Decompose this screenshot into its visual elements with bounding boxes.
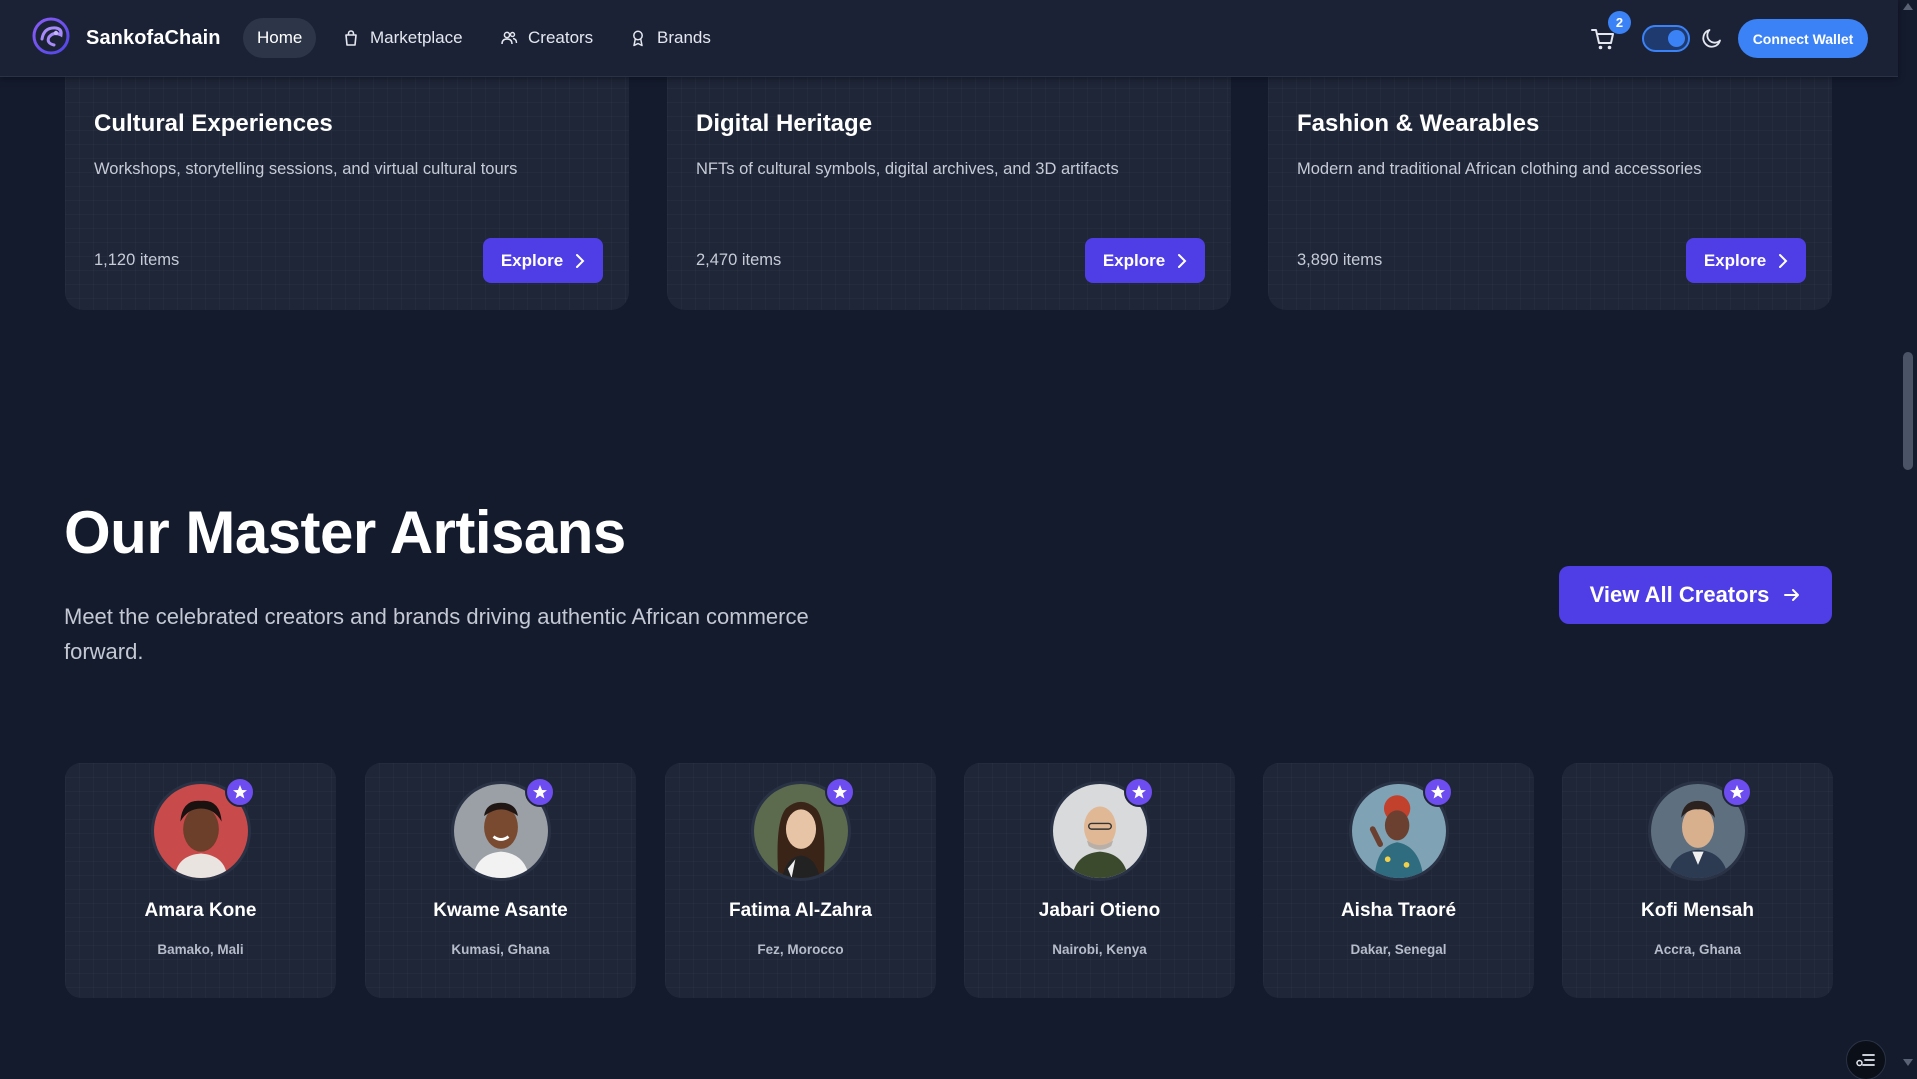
explore-button[interactable]: Explore xyxy=(1686,238,1806,283)
arrow-right-icon xyxy=(1784,589,1800,601)
artisan-name: Aisha Traoré xyxy=(1340,900,1457,921)
star-icon xyxy=(1722,777,1752,807)
category-count: 2,470 items xyxy=(696,251,782,269)
nav-home-label: Home xyxy=(257,28,303,47)
nav-creators-label: Creators xyxy=(528,28,594,47)
view-all-creators-button[interactable]: View All Creators xyxy=(1559,566,1832,624)
artisan-location: Bamako, Mali xyxy=(157,942,244,957)
nav-home[interactable]: Home xyxy=(243,18,317,58)
top-navbar: SankofaChain Home Marketplace Creators B… xyxy=(0,0,1898,77)
artisan-location: Kumasi, Ghana xyxy=(451,942,550,957)
artisan-card[interactable]: Jabari Otieno Nairobi, Kenya xyxy=(964,763,1235,998)
list-settings-icon xyxy=(1856,1054,1875,1067)
scroll-up-arrow-icon[interactable] xyxy=(1903,3,1913,10)
connect-wallet-button[interactable]: Connect Wallet xyxy=(1738,19,1868,58)
artisan-name: Jabari Otieno xyxy=(1038,900,1161,921)
explore-button[interactable]: Explore xyxy=(483,238,603,283)
brand-name[interactable]: SankofaChain xyxy=(86,27,221,50)
category-card-fashion-wearables[interactable]: Fashion & Wearables Modern and tradition… xyxy=(1268,60,1832,310)
section-title: Our Master Artisans xyxy=(64,499,626,566)
artisan-card[interactable]: Amara Kone Bamako, Mali xyxy=(65,763,336,998)
chevron-right-icon xyxy=(576,253,585,268)
category-description: Modern and traditional African clothing … xyxy=(1297,160,1702,178)
category-card-cultural-experiences[interactable]: Cultural Experiences Workshops, storytel… xyxy=(65,60,629,310)
category-title: Digital Heritage xyxy=(696,110,873,137)
nav-brands-label: Brands xyxy=(657,28,711,47)
artisan-location: Fez, Morocco xyxy=(757,942,844,957)
view-all-label: View All Creators xyxy=(1589,582,1770,607)
explore-label: Explore xyxy=(1703,250,1767,270)
artisan-card[interactable]: Aisha Traoré Dakar, Senegal xyxy=(1263,763,1534,998)
nav-marketplace[interactable]: Marketplace xyxy=(328,18,477,58)
artisan-location: Nairobi, Kenya xyxy=(1052,942,1147,957)
nav-brands[interactable]: Brands xyxy=(615,18,725,58)
category-card-digital-heritage[interactable]: Digital Heritage NFTs of cultural symbol… xyxy=(667,60,1231,310)
category-description: Workshops, storytelling sessions, and vi… xyxy=(94,160,518,178)
star-icon xyxy=(1423,777,1453,807)
explore-button[interactable]: Explore xyxy=(1085,238,1205,283)
category-title: Fashion & Wearables xyxy=(1297,110,1540,137)
floating-menu-button[interactable] xyxy=(1846,1040,1886,1079)
scroll-down-arrow-icon[interactable] xyxy=(1903,1059,1913,1066)
star-icon xyxy=(525,777,555,807)
star-icon xyxy=(225,777,255,807)
artisan-name: Fatima Al-Zahra xyxy=(729,900,872,921)
artisan-card[interactable]: Fatima Al-Zahra Fez, Morocco xyxy=(665,763,936,998)
category-title: Cultural Experiences xyxy=(94,110,333,137)
explore-label: Explore xyxy=(500,250,564,270)
category-description: NFTs of cultural symbols, digital archiv… xyxy=(696,160,1119,178)
artisan-location: Dakar, Senegal xyxy=(1350,942,1447,957)
nav-creators[interactable]: Creators xyxy=(486,18,607,58)
shopping-bag-icon xyxy=(345,30,357,46)
artisan-location: Accra, Ghana xyxy=(1653,942,1742,957)
sankofa-logo-icon[interactable] xyxy=(32,17,70,55)
artisan-name: Kwame Asante xyxy=(433,900,568,921)
nav-marketplace-label: Marketplace xyxy=(370,28,463,47)
cart-count-badge: 2 xyxy=(1608,11,1631,34)
scrollbar-track[interactable] xyxy=(1898,0,1917,1079)
category-count: 1,120 items xyxy=(94,251,180,269)
page: Cultural Experiences Workshops, storytel… xyxy=(0,0,1917,1079)
artisan-card[interactable]: Kwame Asante Kumasi, Ghana xyxy=(365,763,636,998)
category-count: 3,890 items xyxy=(1297,251,1383,269)
toggle-knob xyxy=(1668,30,1685,47)
chevron-right-icon xyxy=(1779,253,1788,268)
artisan-card[interactable]: Kofi Mensah Accra, Ghana xyxy=(1562,763,1833,998)
section-subtitle: Meet the celebrated creators and brands … xyxy=(64,604,809,664)
artisan-name: Amara Kone xyxy=(144,900,257,921)
scrollbar-thumb[interactable] xyxy=(1903,352,1913,470)
artisan-name: Kofi Mensah xyxy=(1641,900,1754,921)
explore-label: Explore xyxy=(1102,250,1166,270)
chevron-right-icon xyxy=(1178,253,1187,268)
users-icon xyxy=(501,31,518,45)
star-icon xyxy=(825,777,855,807)
star-icon xyxy=(1124,777,1154,807)
theme-toggle[interactable] xyxy=(1642,25,1690,52)
moon-icon[interactable] xyxy=(1700,26,1724,50)
award-icon xyxy=(633,30,643,47)
